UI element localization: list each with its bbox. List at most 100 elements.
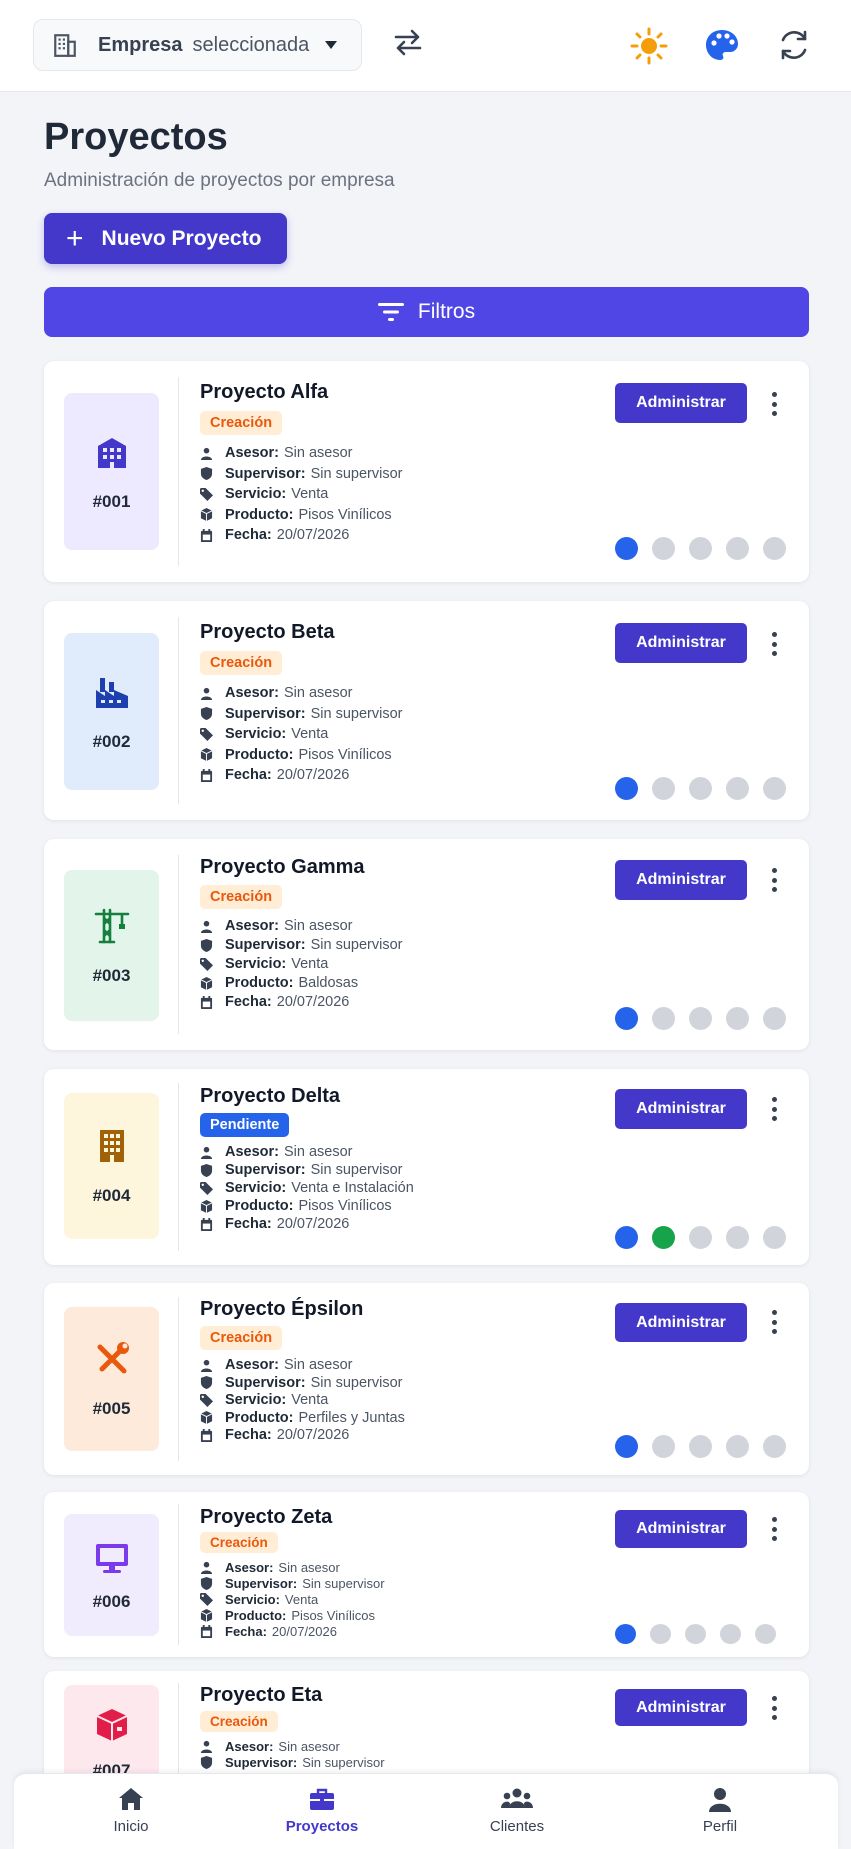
nav-label: Clientes <box>489 1818 545 1835</box>
nav-item-proyectos[interactable]: Proyectos <box>267 1786 377 1835</box>
supervisor-label: Supervisor: <box>225 1162 306 1178</box>
status-badge: Creación <box>200 1711 278 1732</box>
project-tile: #007 <box>64 1685 159 1781</box>
product-row: Producto: Baldosas <box>200 975 402 991</box>
more-options-icon[interactable] <box>770 1310 778 1334</box>
more-options-icon[interactable] <box>770 1696 778 1720</box>
supervisor-row: Supervisor: Sin supervisor <box>200 1375 405 1391</box>
nav-item-clientes[interactable]: Clientes <box>462 1786 572 1835</box>
swap-icon[interactable] <box>392 26 424 58</box>
project-code: #005 <box>92 1399 131 1418</box>
refresh-icon[interactable] <box>776 27 812 63</box>
product-label: Producto: <box>225 1409 294 1426</box>
step-dot <box>615 1624 636 1644</box>
manage-button[interactable]: Administrar <box>615 1089 747 1129</box>
project-name: Proyecto Beta <box>200 621 335 643</box>
tag-icon <box>200 1181 213 1195</box>
supervisor-row: Supervisor: Sin supervisor <box>200 706 402 722</box>
shield-icon <box>200 1163 213 1177</box>
service-label: Servicio: <box>225 726 287 742</box>
project-info: Asesor: Sin asesor Supervisor: Sin supervi… <box>200 1357 405 1443</box>
apartment-icon <box>99 1130 124 1162</box>
service-row: Servicio: Venta <box>200 486 402 502</box>
project-info: Asesor: Sin asesor Supervisor: Sin supervi… <box>200 1739 385 1770</box>
user-icon <box>200 1146 213 1159</box>
new-project-button[interactable]: + Nuevo Proyecto <box>44 213 287 264</box>
supervisor-value: Sin supervisor <box>310 937 403 953</box>
monitor-icon <box>95 1544 128 1573</box>
service-value: Venta e Instalación <box>291 1180 414 1196</box>
shield-icon <box>200 1376 213 1389</box>
product-label: Producto: <box>225 746 294 763</box>
step-dot <box>689 777 712 800</box>
project-code: #003 <box>92 965 131 985</box>
step-dot <box>726 1226 749 1249</box>
status-badge: Pendiente <box>200 1113 290 1137</box>
service-label: Servicio: <box>225 1392 287 1408</box>
sun-icon[interactable] <box>630 27 668 65</box>
more-options-icon[interactable] <box>770 1097 778 1121</box>
manage-button[interactable]: Administrar <box>615 383 747 423</box>
status-badge: Creación <box>200 411 283 435</box>
manage-button[interactable]: Administrar <box>615 623 747 663</box>
more-options-icon[interactable] <box>770 632 778 656</box>
progress-steps <box>615 537 800 560</box>
manage-button[interactable]: Administrar <box>615 860 747 900</box>
product-label: Producto: <box>225 1198 294 1214</box>
tag-icon <box>200 727 213 741</box>
step-dot <box>763 1226 786 1249</box>
project-name: Proyecto Zeta <box>200 1506 333 1528</box>
product-value: Pisos Vinílicos <box>291 1608 375 1623</box>
new-project-label: Nuevo Proyecto <box>101 226 262 250</box>
service-label: Servicio: <box>225 1180 287 1196</box>
service-label: Servicio: <box>225 1592 280 1607</box>
manage-button[interactable]: Administrar <box>615 1689 747 1726</box>
company-value: seleccionada <box>192 33 310 56</box>
user-icon <box>200 1740 213 1753</box>
project-card: #003 Proyecto Gamma Creación Asesor: Sin … <box>44 839 809 1050</box>
filters-button[interactable]: Filtros <box>44 287 809 337</box>
date-value: 20/07/2026 <box>271 1624 337 1639</box>
nav-label: Perfil <box>702 1818 738 1835</box>
step-dot <box>726 537 749 560</box>
factory-icon <box>95 677 128 708</box>
filters-label: Filtros <box>417 300 476 323</box>
project-tile: #001 <box>64 393 159 550</box>
step-dot <box>652 1226 675 1249</box>
product-value: Pisos Vinílicos <box>298 1198 392 1214</box>
advisor-value: Sin asesor <box>278 1560 340 1575</box>
more-options-icon[interactable] <box>770 1517 778 1541</box>
service-label: Servicio: <box>225 956 287 972</box>
date-value: 20/07/2026 <box>276 1427 350 1443</box>
advisor-row: Asesor: Sin asesor <box>200 1144 414 1160</box>
advisor-label: Asesor: <box>225 1357 279 1373</box>
step-dot <box>763 777 786 800</box>
advisor-row: Asesor: Sin asesor <box>200 1357 405 1373</box>
box-icon <box>200 976 213 990</box>
nav-item-inicio[interactable]: Inicio <box>76 1786 186 1835</box>
step-dot <box>763 1007 786 1030</box>
user-icon <box>200 447 213 460</box>
step-dot <box>652 537 675 560</box>
date-row: Fecha: 20/07/2026 <box>200 767 402 783</box>
more-options-icon[interactable] <box>770 392 778 416</box>
company-label: Empresa <box>98 33 183 56</box>
company-selector[interactable]: Empresa seleccionada <box>33 19 362 71</box>
project-card: #001 Proyecto Alfa Creación Asesor: Sin a… <box>44 361 809 582</box>
supervisor-row: Supervisor: Sin supervisor <box>200 1162 414 1178</box>
product-value: Baldosas <box>298 975 359 991</box>
home-icon <box>119 1788 143 1810</box>
more-options-icon[interactable] <box>770 868 778 892</box>
shield-icon <box>200 1756 213 1769</box>
nav-item-perfil[interactable]: Perfil <box>665 1786 775 1835</box>
project-card: #002 Proyecto Beta Creación Asesor: Sin a… <box>44 601 809 820</box>
briefcase-icon <box>310 1788 334 1810</box>
manage-button[interactable]: Administrar <box>615 1303 747 1342</box>
manage-button[interactable]: Administrar <box>615 1510 747 1548</box>
project-name: Proyecto Alfa <box>200 381 329 403</box>
palette-icon[interactable] <box>704 27 740 63</box>
project-tile: #002 <box>64 633 159 790</box>
product-label: Producto: <box>225 1608 287 1623</box>
service-row: Servicio: Venta <box>200 1592 385 1607</box>
product-row: Producto: Pisos Vinílicos <box>200 1608 385 1623</box>
